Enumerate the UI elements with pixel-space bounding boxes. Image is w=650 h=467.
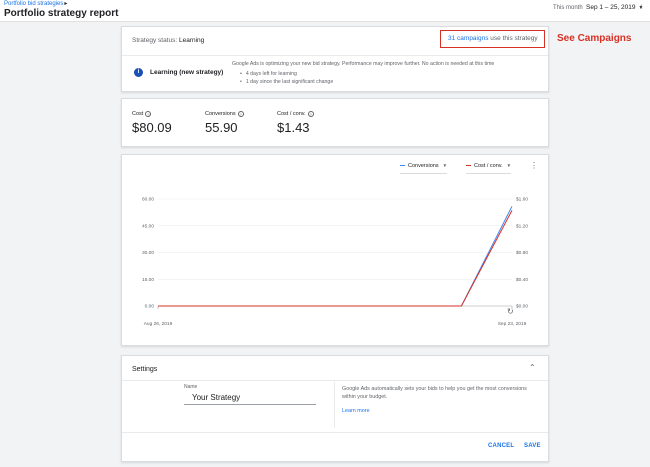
metric-cost: Cost? $80.09 xyxy=(132,111,172,135)
series-line-conversions xyxy=(158,206,513,307)
y-left-tick-label: 60.00 xyxy=(142,197,154,203)
more-vert-icon[interactable]: ⋮ xyxy=(530,161,538,170)
y-right-tick-label: $0.80 xyxy=(516,250,528,256)
underline xyxy=(466,173,512,174)
y-right-tick-label: $0.00 xyxy=(516,304,528,310)
date-range-value: Sep 1 – 25, 2019 xyxy=(586,4,636,11)
date-range-picker[interactable]: Sep 1 – 25, 2019 ▼ xyxy=(586,4,643,11)
metric-cost-per-conv: Cost / conv.? $1.43 xyxy=(277,111,314,135)
series-swatch xyxy=(400,164,405,167)
help-icon[interactable]: ? xyxy=(145,111,152,117)
metric-value: 55.90 xyxy=(205,120,238,135)
series-name: Cost / conv. xyxy=(474,163,503,169)
see-campaigns-annotation: See Campaigns xyxy=(557,33,632,44)
learning-description: Google Ads is optimizing your new bid st… xyxy=(232,61,495,67)
learning-points: 4 days left for learning 1 day since the… xyxy=(240,70,333,86)
settings-card: Settings ⌃ Name Google Ads automatically… xyxy=(121,355,549,462)
y-right-tick-label: $1.20 xyxy=(516,223,528,229)
metric-value: $80.09 xyxy=(132,120,172,135)
list-item: 4 days left for learning xyxy=(240,70,333,78)
metrics-card: Cost? $80.09 Conversions? 55.90 Cost / c… xyxy=(121,98,549,147)
breadcrumb[interactable]: Portfolio bid strategies▸ xyxy=(4,0,67,7)
metric-label: Cost / conv. xyxy=(277,111,306,117)
series-swatch xyxy=(466,164,471,167)
top-bar: Portfolio bid strategies▸ Portfolio stra… xyxy=(0,0,650,22)
caret-down-icon: ▼ xyxy=(442,163,448,168)
reset-zoom-icon[interactable]: ↻ xyxy=(507,307,514,316)
strategy-name-input[interactable] xyxy=(184,390,316,405)
learning-title: Learning (new strategy) xyxy=(150,69,224,76)
performance-chart-card: 60.00 $1.60 45.00 $1.20 30.00 $0.80 15.00 $0.40… xyxy=(121,154,549,346)
learn-more-link[interactable]: Learn more xyxy=(342,408,370,414)
y-right-tick-label: $0.40 xyxy=(516,277,528,283)
y-left-tick-label: 15.00 xyxy=(142,277,154,283)
underline xyxy=(400,173,448,174)
help-icon[interactable]: ? xyxy=(307,111,314,117)
cancel-button[interactable]: CANCEL xyxy=(488,443,514,449)
series-name: Conversions xyxy=(408,163,439,169)
strategy-status-label: Strategy status: xyxy=(132,37,178,44)
performance-chart: 60.00 $1.60 45.00 $1.20 30.00 $0.80 15.00 $0.40… xyxy=(142,197,528,327)
save-button[interactable]: SAVE xyxy=(524,443,541,449)
settings-title: Settings xyxy=(132,366,158,373)
y-left-tick-label: 45.00 xyxy=(142,223,154,229)
x-tick-label: Aug 26, 2019 xyxy=(144,321,173,327)
metric-selector-conversions[interactable]: Conversions ▼ xyxy=(400,163,448,174)
y-right-tick-label: $1.60 xyxy=(516,197,528,203)
campaigns-link[interactable]: 31 campaigns use this strategy xyxy=(448,35,538,42)
series-line-cost-conv- xyxy=(158,210,513,307)
caret-down-icon: ▼ xyxy=(506,163,512,168)
y-left-tick-label: 30.00 xyxy=(142,250,154,256)
metric-selector-cost-per-conv[interactable]: Cost / conv. ▼ xyxy=(466,163,512,174)
list-item: 1 day since the last significant change xyxy=(240,78,333,86)
metric-label: Cost xyxy=(132,111,144,117)
chevron-left-icon[interactable]: ‹ xyxy=(640,3,642,10)
y-left-tick-label: 0.00 xyxy=(145,304,155,310)
help-icon[interactable]: ? xyxy=(237,111,244,117)
info-icon: i xyxy=(134,68,143,77)
breadcrumb-link[interactable]: Portfolio bid strategies xyxy=(4,1,63,7)
divider xyxy=(122,432,548,433)
campaigns-suffix: use this strategy xyxy=(488,35,538,42)
chevron-up-icon[interactable]: ⌃ xyxy=(529,363,536,372)
metric-label: Conversions xyxy=(205,111,236,117)
settings-description: Google Ads automatically sets your bids … xyxy=(342,386,527,400)
divider xyxy=(334,382,335,428)
metric-conversions: Conversions? 55.90 xyxy=(205,111,244,135)
divider xyxy=(122,55,548,56)
date-range-label: This month xyxy=(553,5,583,11)
campaigns-highlight-box: 31 campaigns use this strategy xyxy=(440,30,545,48)
divider xyxy=(122,380,548,381)
x-tick-label: Sep 23, 2019 xyxy=(498,321,527,327)
metric-value: $1.43 xyxy=(277,120,310,135)
page-title: Portfolio strategy report xyxy=(4,8,119,19)
campaigns-count[interactable]: 31 campaigns xyxy=(448,35,488,42)
strategy-status-value: Learning xyxy=(178,37,205,44)
strategy-status: Strategy status: Learning xyxy=(132,37,204,44)
chevron-right-icon: ▸ xyxy=(64,1,68,7)
